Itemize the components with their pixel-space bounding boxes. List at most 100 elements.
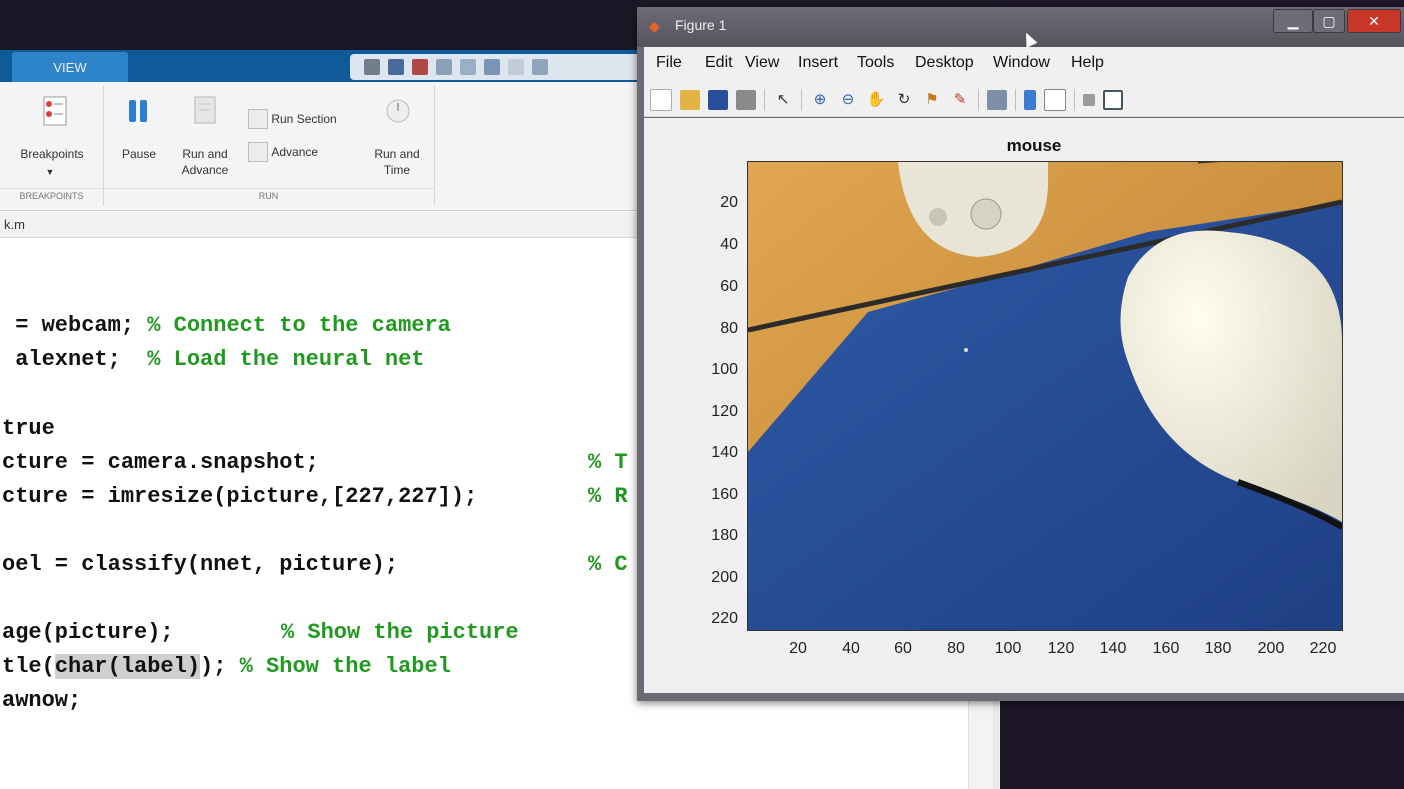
copy-icon[interactable]: [436, 59, 452, 75]
run-and-time-icon[interactable]: [380, 94, 416, 130]
minimize-button[interactable]: ▁: [1273, 9, 1313, 33]
code-line: cture = camera.snapshot;: [2, 450, 319, 475]
code-text: tle(: [2, 654, 55, 679]
advance-label: Advance: [271, 145, 319, 159]
run-section-icon: [248, 109, 268, 129]
x-tick-label: 120: [1047, 640, 1075, 657]
image-axes[interactable]: [747, 161, 1343, 631]
code-line: tle(char(label)); % Show the label: [2, 654, 451, 679]
figure-menubar: File Edit View Insert Tools Desktop Wind…: [644, 47, 1404, 83]
axes-title: mouse: [1006, 136, 1062, 155]
group-label-run: RUN: [258, 191, 279, 201]
menu-view[interactable]: View: [745, 54, 779, 72]
toolbar-separator: [764, 88, 765, 111]
menu-edit[interactable]: Edit: [705, 54, 733, 72]
code-text: alexnet;: [2, 347, 148, 372]
file-tab[interactable]: k.m: [0, 212, 640, 238]
toolbar-separator: [1074, 88, 1075, 111]
menu-window[interactable]: Window: [993, 54, 1050, 72]
code-text: = webcam;: [2, 313, 148, 338]
zoom-in-icon[interactable]: ⊕: [810, 90, 830, 110]
rotate-3d-icon[interactable]: ↻: [894, 90, 914, 110]
x-tick-label: 180: [1204, 640, 1232, 657]
show-plot-tools-icon[interactable]: [1103, 89, 1123, 110]
close-button[interactable]: ✕: [1347, 9, 1401, 33]
hide-plot-tools-icon[interactable]: [1083, 93, 1095, 106]
x-tick-label: 80: [947, 640, 965, 657]
redo-icon[interactable]: [508, 59, 524, 75]
switch-windows-icon[interactable]: [532, 59, 548, 75]
run-and-advance-icon[interactable]: [186, 94, 226, 130]
data-cursor-icon[interactable]: ⚑: [922, 90, 942, 110]
figure-window: ◆ Figure 1 ▁ ▢ ✕ File Edit View Insert T…: [637, 7, 1404, 701]
x-tick-label: 160: [1152, 640, 1180, 657]
brush-icon[interactable]: ✎: [950, 90, 970, 110]
figure-canvas: mouse 20 40 60 80 100 120 140 160 180 20…: [644, 118, 1404, 693]
menu-insert[interactable]: Insert: [798, 54, 838, 72]
pan-icon[interactable]: ✋: [866, 90, 886, 110]
code-line: oel = classify(nnet, picture);: [2, 552, 398, 577]
code-comment: % Load the neural net: [147, 347, 425, 372]
ribbon-group-separator: [0, 188, 434, 189]
code-comment: % Connect to the camera: [147, 313, 451, 338]
code-comment: % C: [588, 552, 628, 577]
run-and-advance-label: Run and Advance: [181, 147, 229, 177]
breakpoints-button[interactable]: [20, 94, 90, 132]
code-text: age(picture);: [2, 620, 174, 645]
code-line: age(picture);: [2, 620, 174, 645]
tab-view[interactable]: VIEW: [12, 52, 128, 82]
layout-icon[interactable]: [364, 59, 380, 75]
code-line: awnow;: [2, 688, 81, 713]
cut-icon[interactable]: [412, 59, 428, 75]
save-icon[interactable]: [388, 59, 404, 75]
link-plot-icon[interactable]: [987, 89, 1007, 110]
chevron-down-icon[interactable]: ▼: [44, 164, 56, 180]
breakpoints-icon: [43, 96, 67, 126]
x-tick-label: 200: [1257, 640, 1285, 657]
figure-title: Figure 1: [675, 17, 727, 33]
code-text: );: [200, 654, 240, 679]
undo-icon[interactable]: [484, 59, 500, 75]
pointer-icon[interactable]: ↖: [773, 90, 793, 110]
new-figure-icon[interactable]: [650, 88, 672, 111]
save-icon[interactable]: [708, 89, 728, 110]
breakpoints-label: Breakpoints: [20, 147, 84, 161]
figure-toolbar: ↖ ⊕ ⊖ ✋ ↻ ⚑ ✎: [644, 83, 1404, 117]
x-tick-label: 40: [842, 640, 860, 657]
toolbar-separator: [978, 88, 979, 111]
maximize-button[interactable]: ▢: [1313, 9, 1345, 33]
code-text: cture = camera.snapshot;: [2, 450, 319, 475]
minimize-icon: ▁: [1287, 13, 1299, 29]
open-folder-icon[interactable]: [680, 89, 700, 110]
legend-icon[interactable]: [1044, 88, 1066, 111]
maximize-icon: ▢: [1322, 13, 1336, 29]
toolbar-separator: [1015, 88, 1016, 111]
code-text: true: [2, 416, 55, 441]
y-tick-label: 220: [711, 610, 738, 627]
code-line: true: [2, 416, 55, 441]
code-comment: % Show the picture: [281, 620, 519, 645]
zoom-out-icon[interactable]: ⊖: [838, 90, 858, 110]
pause-button[interactable]: [118, 96, 158, 130]
menu-desktop[interactable]: Desktop: [915, 54, 974, 72]
run-section-button[interactable]: Run Section: [248, 109, 358, 129]
menu-tools[interactable]: Tools: [857, 54, 894, 72]
y-tick-label: 140: [711, 444, 738, 461]
webcam-image: [748, 162, 1342, 630]
colorbar-icon[interactable]: [1024, 89, 1036, 110]
code-line: cture = imresize(picture,[227,227]);: [2, 484, 477, 509]
x-tick-label: 60: [894, 640, 912, 657]
y-tick-label: 160: [711, 486, 738, 503]
code-text: awnow;: [2, 688, 82, 713]
pause-label: Pause: [121, 147, 157, 161]
menu-help[interactable]: Help: [1071, 54, 1104, 72]
figure-title-bar[interactable]: ◆ Figure 1 ▁ ▢ ✕: [637, 7, 1404, 47]
code-line: = webcam; % Connect to the camera: [2, 313, 451, 338]
panel-edge: [993, 700, 999, 789]
menu-file[interactable]: File: [656, 54, 682, 72]
y-tick-label: 120: [711, 403, 738, 420]
x-tick-label: 140: [1099, 640, 1127, 657]
print-icon[interactable]: [736, 89, 756, 110]
paste-icon[interactable]: [460, 59, 476, 75]
advance-button[interactable]: Advance: [248, 142, 348, 162]
